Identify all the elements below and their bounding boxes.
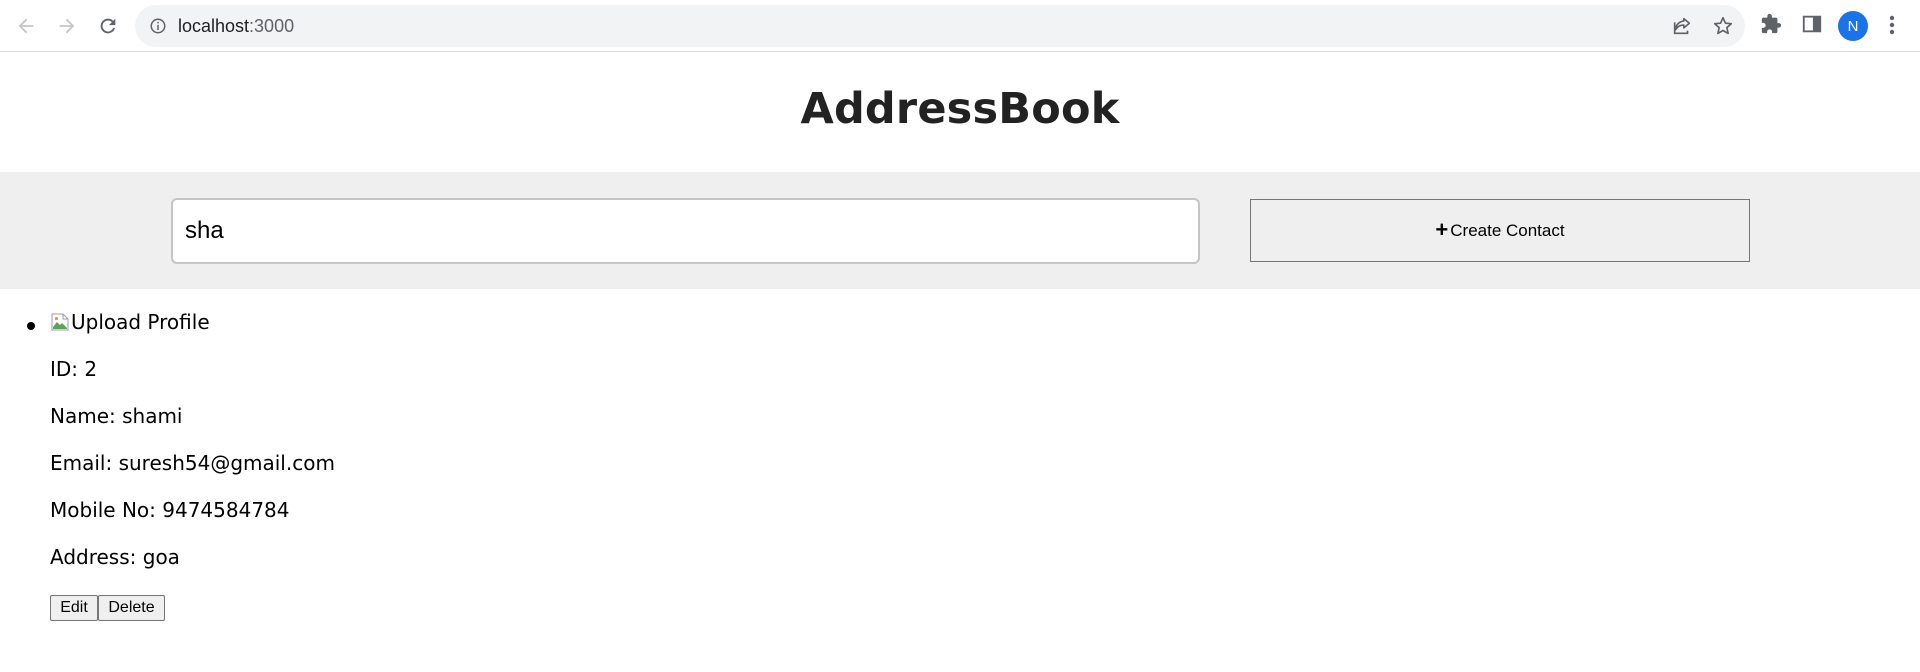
contact-mobile: Mobile No: 9474584784 <box>50 498 290 522</box>
contact-address: Address: goa <box>50 545 180 569</box>
plus-icon: + <box>1435 216 1449 242</box>
back-button[interactable] <box>13 13 39 39</box>
search-input[interactable] <box>171 198 1200 264</box>
contact-email: Email: suresh54@gmail.com <box>50 451 335 475</box>
url-port: :3000 <box>249 16 295 36</box>
forward-button[interactable] <box>54 13 80 39</box>
contact-id: ID: 2 <box>50 357 98 381</box>
kebab-menu-icon[interactable] <box>1882 13 1902 37</box>
reload-icon <box>100 18 116 34</box>
profile-image-alt: Upload Profile <box>71 310 210 334</box>
profile-avatar[interactable]: N <box>1838 11 1868 41</box>
edit-button[interactable]: Edit <box>50 595 98 621</box>
create-contact-label: Create Contact <box>1450 220 1565 240</box>
page-title: AddressBook <box>800 84 1120 134</box>
browser-toolbar: localhost:3000 N <box>0 0 1920 52</box>
star-icon[interactable] <box>1712 15 1734 37</box>
share-icon[interactable] <box>1671 15 1693 37</box>
url-host: localhost <box>178 16 250 36</box>
contact-name: Name: shami <box>50 404 183 428</box>
forward-icon <box>59 18 75 34</box>
info-icon[interactable] <box>149 17 167 35</box>
side-panel-icon[interactable] <box>1801 13 1823 35</box>
address-bar[interactable]: localhost:3000 <box>135 5 1745 47</box>
back-icon <box>18 18 34 34</box>
profile-image[interactable]: Upload Profile <box>50 310 210 334</box>
url-text: localhost:3000 <box>178 16 294 37</box>
extensions-icon[interactable] <box>1760 13 1782 35</box>
reload-button[interactable] <box>95 13 121 39</box>
create-contact-button[interactable]: + Create Contact <box>1250 199 1750 262</box>
delete-button[interactable]: Delete <box>98 595 165 621</box>
broken-image-icon <box>51 313 69 331</box>
list-bullet <box>27 322 35 330</box>
